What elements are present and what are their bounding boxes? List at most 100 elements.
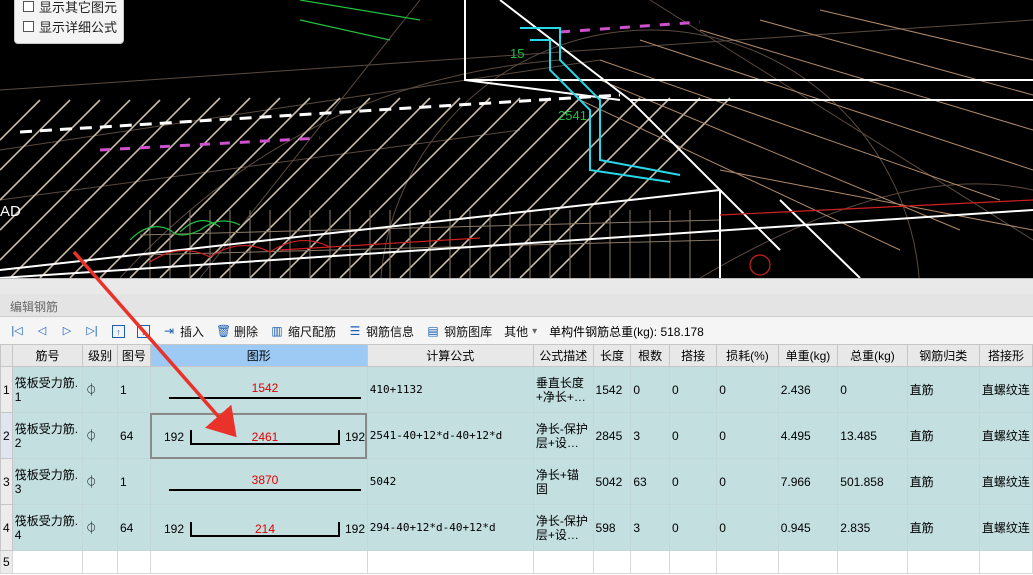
cell-formula-desc[interactable]: [532, 550, 594, 574]
col-header-unit-weight[interactable]: 单重(kg): [777, 344, 839, 367]
table-row[interactable]: 4 筏板受力筋.4 ⏀ 64 214 192 192 294-40+12*d-40+12*d 净…: [0, 504, 1033, 551]
cell-loss[interactable]: 0: [716, 366, 779, 413]
cell-shape-no[interactable]: [117, 550, 151, 574]
cell-formula[interactable]: [366, 550, 534, 574]
col-header-length[interactable]: 长度: [592, 344, 632, 367]
option-show-other-elements[interactable]: 显示其它图元: [23, 0, 117, 15]
cell-lap-type[interactable]: 直螺纹连: [978, 366, 1033, 413]
row-index[interactable]: 3: [0, 458, 13, 505]
cell-shape[interactable]: [149, 550, 368, 574]
cell-lap-type[interactable]: 直螺纹连: [978, 458, 1033, 505]
cell-bar-name[interactable]: 筏板受力筋.1: [11, 366, 84, 413]
cell-total-weight[interactable]: [837, 550, 908, 574]
cell-unit-weight[interactable]: 0.945: [777, 504, 839, 551]
cell-bar-name[interactable]: 筏板受力筋.3: [11, 458, 84, 505]
cell-total-weight[interactable]: 0: [837, 366, 908, 413]
cell-category[interactable]: 直筋: [906, 412, 980, 459]
cell-loss[interactable]: 0: [716, 504, 779, 551]
cell-lap[interactable]: 0: [668, 458, 718, 505]
col-header-formula[interactable]: 计算公式: [366, 344, 534, 367]
col-header-category[interactable]: 钢筋归类: [906, 344, 980, 367]
cell-lap[interactable]: 0: [668, 412, 718, 459]
table-row[interactable]: 1 筏板受力筋.1 ⏀ 1 1542 410+1132 垂直长度+净长+… 1542 0 0 0 2.…: [0, 366, 1033, 413]
cell-count[interactable]: 3: [630, 504, 670, 551]
cell-grade[interactable]: ⏀: [82, 504, 118, 551]
cell-total-weight[interactable]: 2.835: [837, 504, 908, 551]
col-header-total-weight[interactable]: 总重(kg): [837, 344, 908, 367]
col-header-shape-no[interactable]: 图号: [117, 344, 151, 367]
cell-shape-no[interactable]: 64: [117, 504, 151, 551]
cell-bar-name[interactable]: 筏板受力筋.4: [11, 504, 84, 551]
cad-viewport[interactable]: 15 2541 AD 显示其它图元 显示详细公式: [0, 0, 1033, 278]
cell-lap[interactable]: 0: [668, 366, 718, 413]
cell-lap[interactable]: [668, 550, 718, 574]
row-index[interactable]: 4: [0, 504, 13, 551]
scale-rebar-button[interactable]: ▥ 缩尺配筋: [270, 323, 336, 340]
cell-category[interactable]: 直筋: [906, 366, 980, 413]
cell-shape-no[interactable]: 1: [117, 366, 151, 413]
cell-formula[interactable]: 410+1132: [366, 366, 534, 413]
cell-grade[interactable]: ⏀: [82, 412, 118, 459]
cell-loss[interactable]: [716, 550, 779, 574]
cell-lap-type[interactable]: 直螺纹连: [978, 412, 1033, 459]
table-row[interactable]: 5: [0, 550, 1033, 574]
cell-category[interactable]: [906, 550, 980, 574]
cell-formula[interactable]: 5042: [366, 458, 534, 505]
cell-unit-weight[interactable]: 7.966: [777, 458, 839, 505]
cell-shape-no[interactable]: 64: [117, 412, 151, 459]
prev-record-icon[interactable]: ◁: [34, 323, 50, 339]
cell-length[interactable]: 598: [592, 504, 632, 551]
cell-unit-weight[interactable]: 4.495: [777, 412, 839, 459]
cell-grade[interactable]: ⏀: [82, 458, 118, 505]
cell-total-weight[interactable]: 13.485: [837, 412, 908, 459]
last-record-icon[interactable]: ▷|: [84, 323, 100, 339]
cell-grade[interactable]: [82, 550, 118, 574]
cell-lap-type[interactable]: 直螺纹连: [978, 504, 1033, 551]
cell-loss[interactable]: 0: [716, 458, 779, 505]
cell-formula-desc[interactable]: 净长+锚固: [532, 458, 594, 505]
cell-lap-type[interactable]: [978, 550, 1033, 574]
cell-category[interactable]: 直筋: [906, 458, 980, 505]
cell-shape-no[interactable]: 1: [117, 458, 151, 505]
cell-unit-weight[interactable]: 2.436: [777, 366, 839, 413]
cell-shape[interactable]: 1542: [149, 366, 368, 413]
option-show-detailed-formula[interactable]: 显示详细公式: [23, 17, 117, 35]
cell-total-weight[interactable]: 501.858: [837, 458, 908, 505]
cell-grade[interactable]: ⏀: [82, 366, 118, 413]
move-up-icon[interactable]: ↑: [112, 324, 125, 338]
cell-lap[interactable]: 0: [668, 504, 718, 551]
cell-count[interactable]: 63: [630, 458, 670, 505]
cell-length[interactable]: [592, 550, 632, 574]
col-header-formula-desc[interactable]: 公式描述: [532, 344, 594, 367]
other-dropdown[interactable]: 其他 ▾: [504, 323, 537, 340]
rebar-info-button[interactable]: ☰ 钢筋信息: [348, 323, 414, 340]
next-record-icon[interactable]: ▷: [59, 323, 75, 339]
row-index[interactable]: 2: [0, 412, 13, 459]
panel-splitter[interactable]: [0, 278, 1033, 294]
cell-formula[interactable]: 2541-40+12*d-40+12*d: [366, 412, 534, 459]
cell-length[interactable]: 2845: [592, 412, 632, 459]
cell-formula-desc[interactable]: 垂直长度+净长+…: [532, 366, 594, 413]
cell-loss[interactable]: 0: [716, 412, 779, 459]
col-header-lap[interactable]: 搭接: [668, 344, 718, 367]
cell-count[interactable]: [630, 550, 670, 574]
cell-unit-weight[interactable]: [777, 550, 839, 574]
col-header-loss[interactable]: 损耗(%): [716, 344, 779, 367]
col-header-bar-no[interactable]: 筋号: [11, 344, 84, 367]
cell-shape[interactable]: 214 192 192: [149, 504, 368, 551]
col-header-grade[interactable]: 级别: [82, 344, 118, 367]
cell-shape[interactable]: 2461 192 192: [149, 412, 368, 459]
col-header-lap-type[interactable]: 搭接形: [978, 344, 1033, 367]
first-record-icon[interactable]: |◁: [9, 323, 25, 339]
cell-formula[interactable]: 294-40+12*d-40+12*d: [366, 504, 534, 551]
delete-button[interactable]: 🗑 删除: [216, 323, 258, 340]
table-row[interactable]: 3 筏板受力筋.3 ⏀ 1 3870 5042 净长+锚固 5042 63 0 0 7.966 501.…: [0, 458, 1033, 505]
cell-formula-desc[interactable]: 净长-保护层+设…: [532, 504, 594, 551]
move-down-icon[interactable]: ↓: [137, 324, 150, 338]
checkbox-show-other-elements[interactable]: [23, 0, 34, 12]
cell-count[interactable]: 3: [630, 412, 670, 459]
row-index[interactable]: 1: [0, 366, 13, 413]
col-header-count[interactable]: 根数: [630, 344, 670, 367]
insert-button[interactable]: ⇥ 插入: [162, 323, 204, 340]
cell-formula-desc[interactable]: 净长-保护层+设…: [532, 412, 594, 459]
